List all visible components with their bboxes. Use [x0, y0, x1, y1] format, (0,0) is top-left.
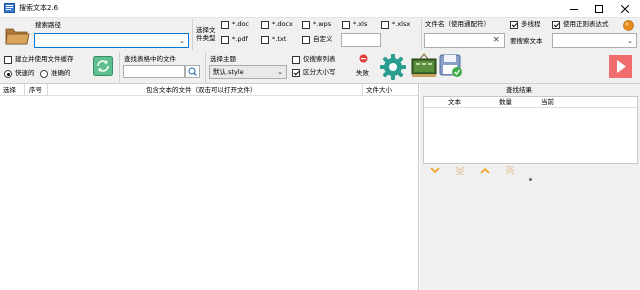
custom-ext-input[interactable] — [341, 33, 381, 47]
column-filesize[interactable]: 文件大小 — [366, 84, 392, 96]
regex-label: 使用正则表达式 — [563, 20, 609, 28]
search-path-label: 搜索路径 — [35, 21, 61, 29]
column-divider — [362, 84, 363, 96]
theme-value: 默认.style — [213, 68, 244, 76]
chevron-down-icon[interactable]: ⌄ — [277, 68, 283, 76]
separator — [421, 19, 422, 50]
table-search-label: 查找表格中的文件 — [124, 55, 176, 63]
search-text-label: 要搜索文本 — [510, 37, 543, 45]
window-title: 搜索文本2.6 — [19, 4, 59, 12]
settings-gear-icon[interactable] — [379, 53, 407, 81]
maximize-icon[interactable] — [588, 0, 610, 17]
stop-icon — [359, 54, 368, 63]
table-search-input[interactable] — [123, 65, 185, 78]
title-bar: 搜索文本2.6 — [0, 0, 640, 17]
txt-checkbox[interactable] — [261, 36, 269, 44]
cache-label: 建立并使用文件缓存 — [15, 55, 74, 63]
pdf-checkbox[interactable] — [221, 36, 229, 44]
search-text-combo[interactable]: ⌄ — [552, 33, 637, 48]
pdf-label: *.pdf — [232, 35, 248, 43]
theme-label: 选择主题 — [210, 55, 236, 63]
column-filename[interactable]: 包含文本的文件（双击可以打开文件） — [146, 84, 257, 96]
previous-icon[interactable] — [480, 166, 490, 175]
column-index[interactable]: 序号 — [29, 84, 42, 96]
case-sensitive-checkbox[interactable] — [292, 69, 300, 77]
regex-checkbox[interactable] — [552, 21, 560, 29]
xls-checkbox[interactable] — [342, 21, 350, 29]
next-icon[interactable] — [430, 166, 440, 175]
search-icon[interactable] — [185, 65, 200, 78]
fail-button[interactable]: 失败 — [349, 52, 377, 82]
list-only-checkbox[interactable] — [292, 56, 300, 64]
results-table: 文本 数量 当前 — [423, 96, 638, 164]
xlsx-checkbox[interactable] — [381, 21, 389, 29]
help-icon[interactable] — [623, 20, 634, 31]
separator — [192, 19, 193, 50]
clear-icon[interactable]: × — [492, 35, 500, 46]
separator — [119, 52, 120, 83]
accurate-radio[interactable] — [40, 70, 48, 78]
wps-label: *.wps — [313, 20, 332, 28]
doc-checkbox[interactable] — [221, 21, 229, 29]
separator — [205, 52, 206, 83]
file-table: 选择 序号 包含文本的文件（双击可以打开文件） 文件大小 — [0, 84, 419, 290]
doc-label: *.doc — [232, 20, 249, 28]
custom-checkbox[interactable] — [302, 36, 310, 44]
cache-checkbox[interactable] — [4, 56, 12, 64]
splitter-handle[interactable] — [529, 178, 532, 181]
file-type-label: 选择文件类型 — [196, 26, 216, 42]
chevron-down-icon[interactable]: ⌄ — [179, 37, 185, 45]
list-only-label: 仅搜索列表 — [303, 55, 336, 63]
results-column-text[interactable]: 文本 — [448, 97, 461, 108]
results-column-current[interactable]: 当前 — [541, 97, 554, 108]
theme-select[interactable]: 默认.style ⌄ — [209, 65, 287, 79]
minimize-icon[interactable] — [563, 0, 585, 17]
fast-radio[interactable] — [4, 70, 12, 78]
column-select[interactable]: 选择 — [3, 84, 16, 96]
xls-label: *.xls — [353, 20, 368, 28]
chevron-down-icon[interactable]: ⌄ — [627, 37, 633, 45]
results-column-count[interactable]: 数量 — [499, 97, 512, 108]
wps-checkbox[interactable] — [302, 21, 310, 29]
refresh-icon[interactable] — [93, 56, 113, 76]
xlsx-label: *.xlsx — [392, 20, 411, 28]
column-divider — [47, 84, 48, 96]
folder-icon[interactable] — [5, 25, 30, 46]
column-divider — [24, 84, 25, 96]
filename-label: 文件名（使用通配符） — [425, 20, 490, 28]
fast-label: 快速的 — [15, 69, 35, 77]
case-sensitive-label: 区分大小写 — [303, 68, 336, 76]
app-icon — [4, 3, 15, 13]
txt-label: *.txt — [272, 35, 287, 43]
fail-label: 失败 — [356, 69, 369, 77]
filename-input[interactable]: × — [424, 33, 505, 48]
results-title: 查找结果 — [506, 86, 532, 94]
multithread-label: 多线程 — [521, 20, 541, 28]
result-nav-bar — [422, 164, 640, 181]
save-icon[interactable] — [438, 53, 464, 79]
docx-checkbox[interactable] — [261, 21, 269, 29]
multithread-checkbox[interactable] — [510, 21, 518, 29]
last-icon[interactable] — [455, 166, 465, 175]
accurate-label: 准确的 — [51, 69, 71, 77]
play-icon[interactable] — [609, 55, 632, 78]
search-path-combo[interactable]: ⌄ — [34, 33, 189, 48]
close-icon[interactable] — [614, 0, 636, 17]
docx-label: *.docx — [272, 20, 293, 28]
custom-label: 自定义 — [313, 35, 333, 43]
first-icon[interactable] — [505, 166, 515, 175]
open-file-icon[interactable] — [411, 53, 437, 79]
